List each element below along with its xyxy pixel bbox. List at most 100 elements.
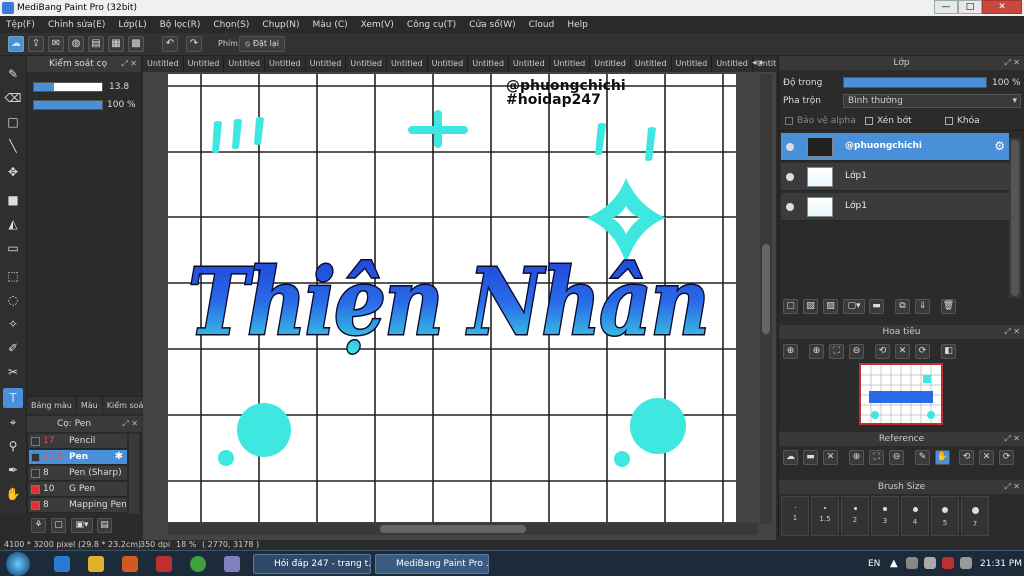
document-tab[interactable]: Untitled (143, 56, 184, 72)
vertical-scroll-thumb[interactable] (762, 244, 770, 334)
brush-props-icon[interactable]: ▤ (97, 518, 112, 533)
new-brush-icon[interactable]: ▢ (51, 518, 66, 533)
reference-hand-icon[interactable]: ✋ (935, 450, 950, 465)
layer-row[interactable]: @phuongchichi ⚙ (781, 133, 1009, 161)
brush-settings-icon[interactable]: ✱ (115, 451, 123, 462)
media-player-icon[interactable] (122, 556, 138, 572)
zoom-out-icon[interactable]: ⊖ (849, 344, 864, 359)
brush-row[interactable]: 13.8 Pen ✱ (29, 450, 127, 465)
brush-row[interactable]: 17 Pencil (29, 434, 127, 449)
brush-size-preset[interactable]: 1.5 (811, 496, 839, 536)
new-layer-8bit-icon[interactable]: ▧ (803, 299, 818, 314)
menu-file[interactable]: Tệp(F) (6, 20, 35, 30)
close-button[interactable]: ✕ (982, 0, 1022, 14)
clock[interactable]: 21:31 PM (980, 559, 1022, 569)
document-tab[interactable]: Untitled (672, 56, 713, 72)
menu-help[interactable]: Help (567, 20, 588, 30)
document-tab[interactable]: Untitled (631, 56, 672, 72)
new-layer-icon[interactable]: ▢ (783, 299, 798, 314)
visibility-eye-icon[interactable] (786, 173, 794, 181)
tab-palette[interactable]: Bảng màu (27, 397, 77, 414)
move-tool-icon[interactable]: ✥ (3, 162, 23, 182)
merge-layer-icon[interactable]: ⇓ (915, 299, 930, 314)
chrome-icon[interactable] (190, 556, 206, 572)
select-rect-icon[interactable]: ⬚ (3, 266, 23, 286)
reset-view-icon[interactable]: ✕ (895, 344, 910, 359)
zoom-in-step-icon[interactable]: ⊕ (809, 344, 824, 359)
layer-scrollbar[interactable] (1009, 138, 1021, 298)
comment-icon[interactable]: ✉ (48, 36, 64, 52)
visibility-eye-icon[interactable] (786, 203, 794, 211)
brush-row[interactable]: 8 Pen (Sharp) (29, 466, 127, 481)
document-tab[interactable]: Untitled (712, 56, 753, 72)
folder-icon[interactable] (88, 556, 104, 572)
minimize-button[interactable]: — (934, 0, 958, 14)
reference-close-icon[interactable]: ✕ (823, 450, 838, 465)
taskbar-item-medibang[interactable]: MediBang Paint Pro ... (375, 554, 489, 574)
tray-arrow-icon[interactable]: ▲ (890, 558, 898, 569)
select-pen-icon[interactable]: ✐ (3, 338, 23, 358)
menu-filter[interactable]: Bộ lọc(R) (160, 20, 201, 30)
undo-icon[interactable]: ↶ (162, 36, 178, 52)
eraser-tool-icon[interactable]: ⌫ (3, 88, 23, 108)
document-tab[interactable]: Untitled (184, 56, 225, 72)
document-tab[interactable]: Untitled (224, 56, 265, 72)
page-icon[interactable]: ▤ (88, 36, 104, 52)
brush-size-preset[interactable]: 7 (961, 496, 989, 536)
document-tab[interactable]: Untitled (550, 56, 591, 72)
app-icon-red[interactable] (156, 556, 172, 572)
rotate-left-icon[interactable]: ⟲ (875, 344, 890, 359)
layer-opacity-slider[interactable] (843, 77, 987, 88)
brush-row[interactable]: 10 G Pen (29, 482, 127, 497)
blend-select[interactable]: Bình thường ▾ (843, 94, 1021, 108)
antivirus-icon[interactable] (942, 557, 954, 569)
protect-alpha-checkbox[interactable] (785, 117, 793, 125)
brush-list-scrollbar[interactable] (129, 434, 139, 514)
brush-tool-icon[interactable]: ✎ (3, 64, 23, 84)
language-indicator[interactable]: EN (868, 559, 880, 569)
delete-layer-icon[interactable]: 🗑 (941, 299, 956, 314)
menu-cloud[interactable]: Cloud (529, 20, 555, 30)
brush-menu-icon[interactable]: ▣▾ (71, 518, 93, 533)
menu-window[interactable]: Cửa sổ(W) (469, 20, 515, 30)
monitor-icon[interactable] (906, 557, 918, 569)
export-icon[interactable]: ⇪ (28, 36, 44, 52)
cloud-icon[interactable]: ☁ (8, 36, 24, 52)
canvas-paper[interactable]: @phuongchichi #hoidap247 Thiện Nhân (168, 74, 736, 522)
document-tab[interactable]: Untitled (590, 56, 631, 72)
menu-select[interactable]: Chọn(S) (213, 20, 249, 30)
panel-close-icon[interactable]: ⤢ ✕ (1004, 325, 1020, 339)
maximize-button[interactable]: □ (958, 0, 982, 14)
layer-row[interactable]: Lớp1 (781, 163, 1009, 191)
document-tab[interactable]: Untitled (346, 56, 387, 72)
eyedropper-icon[interactable]: ⚲ (3, 436, 23, 456)
brush-opacity-slider[interactable] (33, 100, 103, 110)
shape-tool-icon[interactable]: ╲ (3, 136, 23, 156)
brush-row[interactable]: 8 Mapping Pen (29, 498, 127, 513)
panel-icon[interactable]: ▦ (108, 36, 124, 52)
horizontal-scroll-thumb[interactable] (380, 525, 526, 533)
bucket-tool-icon[interactable]: ◭ (3, 214, 23, 234)
speech-bubble-icon[interactable]: ◍ (68, 36, 84, 52)
reference-reset-icon[interactable]: ✕ (979, 450, 994, 465)
menu-edit[interactable]: Chỉnh sửa(E) (48, 20, 105, 30)
taskbar-item-browser[interactable]: Hỏi đáp 247 - trang t... (253, 554, 371, 574)
text-tool-icon[interactable]: T (3, 388, 23, 408)
panel-close-icon[interactable]: ⤢ ✕ (121, 56, 137, 72)
brush-size-slider[interactable] (33, 82, 103, 92)
brush-size-preset[interactable]: 2 (841, 496, 869, 536)
add-layer-menu-icon[interactable]: ▢▾ (843, 299, 865, 314)
visibility-eye-icon[interactable] (786, 143, 794, 151)
menu-layer[interactable]: Lớp(L) (118, 20, 146, 30)
document-tab[interactable]: Untitled (509, 56, 550, 72)
volume-icon[interactable] (924, 557, 936, 569)
ie-icon[interactable] (54, 556, 70, 572)
hand-tool-icon[interactable]: ✋ (3, 484, 23, 504)
brush-size-preset[interactable]: 4 (901, 496, 929, 536)
menu-tools[interactable]: Công cụ(T) (407, 20, 456, 30)
document-tab[interactable]: Untitled (306, 56, 347, 72)
redo-icon[interactable]: ↷ (186, 36, 202, 52)
lasso-tool-icon[interactable]: ◌ (3, 290, 23, 310)
pen-icon[interactable]: ✒ (3, 460, 23, 480)
document-tab[interactable]: Untitled (265, 56, 306, 72)
